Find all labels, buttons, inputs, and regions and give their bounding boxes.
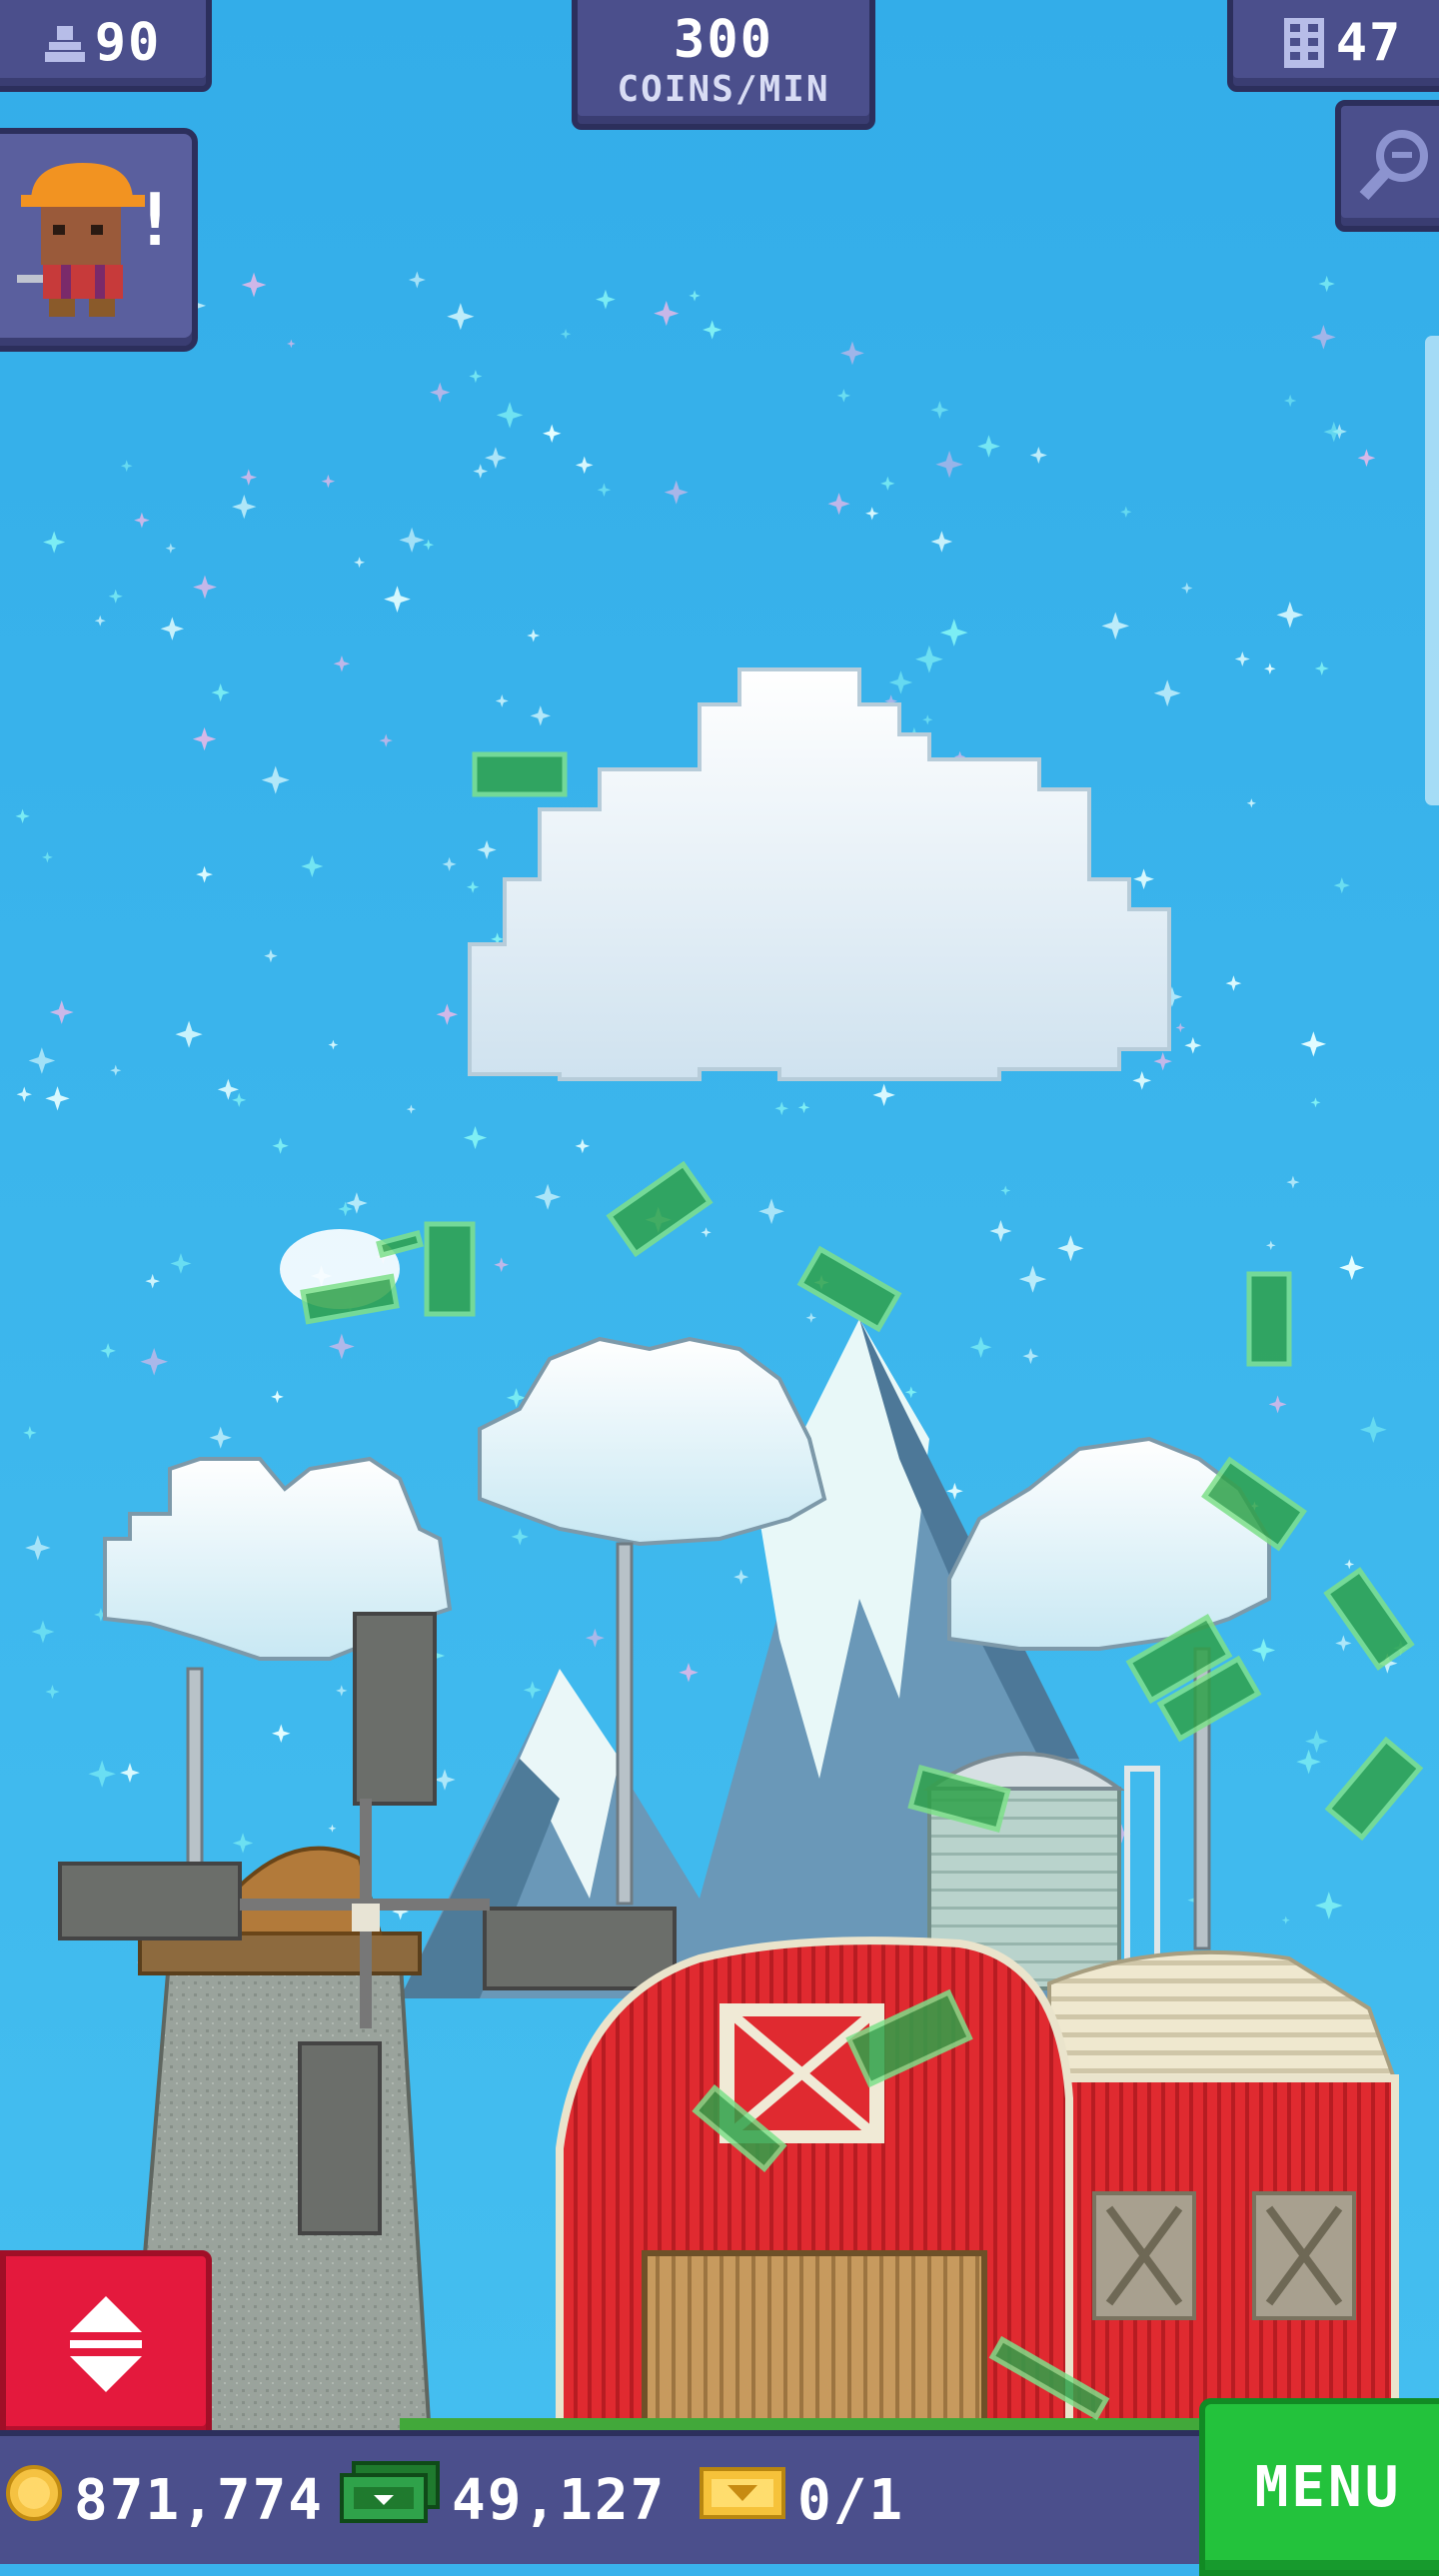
bux-display[interactable]: 49,127 [340,2460,666,2540]
floor-counter[interactable]: 47 [1227,0,1439,92]
golden-tickets-display[interactable]: 0/1 [700,2460,904,2540]
bux-value: 49,127 [452,2467,667,2533]
notification-card[interactable]: ! [0,128,198,352]
population-value: 90 [94,13,162,73]
golden-ticket-icon [700,2465,785,2535]
floor-count-value: 47 [1335,13,1403,73]
income-rate-unit: COINS/MIN [617,69,830,110]
floors-icon [1283,18,1324,68]
flying-bux-bill [472,751,568,797]
flying-bux-bill [424,1221,476,1317]
coins-value: 871,774 [74,2467,325,2533]
magnifier-icon [1356,124,1436,208]
search-button[interactable] [1335,100,1439,232]
income-rate-panel[interactable]: 300 COINS/MIN [572,0,875,130]
game-scene[interactable] [0,0,1439,2558]
flying-bux-bill [1246,1271,1292,1367]
menu-label: MENU [1254,2454,1402,2520]
bux-icon [340,2461,440,2539]
income-rate-value: 300 [674,10,773,70]
coins-display[interactable]: 871,774 [6,2460,324,2540]
notification-badge: ! [133,178,179,262]
up-down-arrows-icon [66,2296,146,2396]
menu-button[interactable]: MENU [1199,2398,1439,2576]
scroll-indicator[interactable] [1425,336,1439,805]
population-counter[interactable]: 90 [0,0,212,92]
coin-icon [6,2465,62,2535]
golden-tickets-value: 0/1 [797,2467,905,2533]
bitizen-icon [44,21,85,65]
elevator-button[interactable] [0,2250,212,2442]
construction-worker-icon [13,153,153,327]
